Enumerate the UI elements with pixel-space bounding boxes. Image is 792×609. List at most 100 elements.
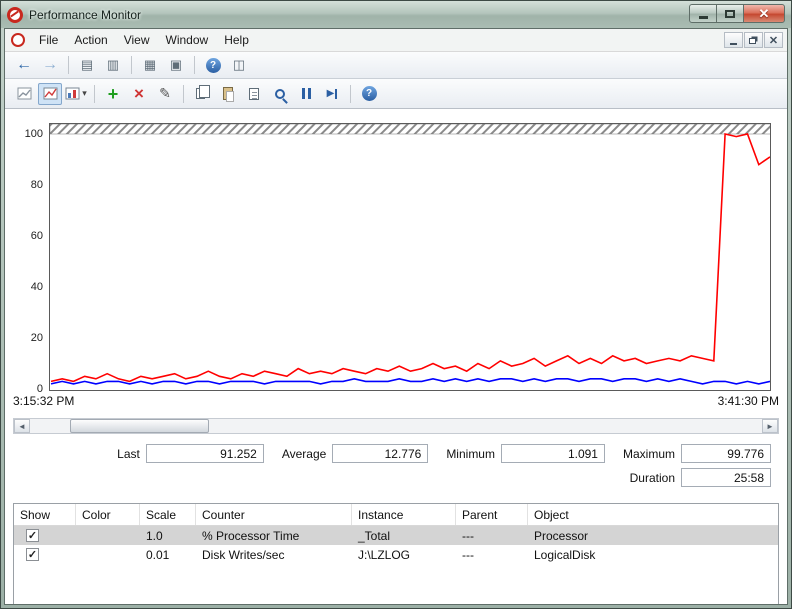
step-icon: ▶ [327, 88, 338, 99]
child-restore-icon [749, 38, 756, 44]
duration-value: 25:58 [681, 468, 771, 487]
cross-icon: × [134, 84, 144, 103]
column-parent[interactable]: Parent [456, 504, 528, 525]
scrollbar-track[interactable] [30, 419, 762, 433]
scrollbar-thumb[interactable] [70, 419, 210, 433]
parent-cell: --- [462, 547, 474, 562]
child-close-icon: ✕ [768, 34, 779, 47]
export-list-icon: ▥ [106, 57, 120, 72]
minimize-button[interactable] [689, 4, 717, 23]
menu-action[interactable]: Action [66, 30, 115, 50]
column-instance[interactable]: Instance [352, 504, 456, 525]
minimum-label: Minimum [446, 446, 495, 461]
back-button[interactable]: ← [12, 54, 36, 76]
column-counter[interactable]: Counter [196, 504, 352, 525]
scroll-right-button[interactable]: ► [762, 419, 778, 433]
maximize-button[interactable] [716, 4, 744, 23]
column-object[interactable]: Object [528, 504, 778, 525]
forward-button[interactable]: → [38, 54, 62, 76]
mmc-toolbar: ← → ▤ ▥ ▦ ▣ ? ◫ [5, 52, 787, 79]
menu-help[interactable]: Help [216, 30, 257, 50]
properties-icon [249, 87, 259, 100]
show-checkbox[interactable] [26, 548, 39, 561]
counter-cell: Disk Writes/sec [202, 547, 285, 562]
add-counter-button[interactable]: + [101, 83, 125, 105]
time-end-label: 3:41:30 PM [717, 394, 779, 408]
log-data-icon [17, 87, 31, 100]
pause-icon [301, 88, 311, 99]
scale-cell: 1.0 [146, 528, 163, 543]
magnifier-icon [275, 88, 285, 99]
console-document-icon [11, 33, 25, 47]
paste-counter-list-button[interactable] [216, 83, 240, 105]
counter-row[interactable]: 1.0 % Processor Time _Total --- Processo… [14, 526, 778, 545]
maximum-value: 99.776 [681, 444, 771, 463]
show-console-tree-button[interactable]: ▤ [75, 54, 99, 76]
plus-icon: + [107, 83, 119, 104]
export-list-button[interactable]: ▥ [101, 54, 125, 76]
toolbar-separator [194, 56, 195, 74]
title-bar[interactable]: Performance Monitor ✕ [1, 1, 791, 28]
perfmon-app-icon [7, 6, 23, 23]
average-label: Average [281, 446, 327, 461]
performance-monitor-window: Performance Monitor ✕ File Action View W… [0, 0, 792, 609]
time-start-label: 3:15:32 PM [13, 394, 75, 408]
close-button[interactable]: ✕ [743, 4, 785, 23]
child-restore-button[interactable] [744, 32, 763, 48]
show-checkbox[interactable] [26, 529, 39, 542]
stats-row-1: Last 91.252 Average 12.776 Minimum 1.091… [5, 444, 771, 463]
perfmon-help-button[interactable]: ? [357, 83, 381, 105]
y-axis: 0 20 40 60 80 100 [24, 128, 43, 395]
time-range-scrollbar[interactable]: ◄ ► [13, 418, 779, 434]
graph-pane: 0 20 40 60 80 100 3:15:32 PM 3:41:30 PM ◄ ► L… [5, 109, 787, 604]
child-close-button[interactable]: ✕ [764, 32, 783, 48]
freeze-display-button[interactable] [294, 83, 318, 105]
highlight-button[interactable]: ✎ [153, 83, 177, 105]
counter-cell: % Processor Time [202, 528, 300, 543]
counter-row[interactable]: 0.01 Disk Writes/sec J:\LZLOG --- Logica… [14, 545, 778, 564]
zoom-button[interactable] [268, 83, 292, 105]
column-show[interactable]: Show [14, 504, 76, 525]
chart-area: 0 20 40 60 80 100 [13, 123, 787, 395]
view-log-data-button[interactable] [12, 83, 36, 105]
object-cell: Processor [534, 528, 589, 543]
menu-bar: File Action View Window Help ✕ [5, 29, 787, 52]
print-button[interactable]: ▣ [164, 54, 188, 76]
help-icon: ? [205, 57, 221, 73]
last-label: Last [117, 446, 140, 461]
column-scale[interactable]: Scale [140, 504, 196, 525]
menu-file[interactable]: File [31, 30, 66, 50]
copy-properties-button[interactable] [190, 83, 214, 105]
view-current-activity-button[interactable] [38, 82, 62, 105]
maximum-label: Maximum [622, 446, 675, 461]
properties-button[interactable] [242, 83, 266, 105]
copy-icon [195, 85, 210, 99]
document-icon: ▦ [143, 57, 157, 72]
graph-type-icon [65, 87, 80, 100]
paste-icon [223, 87, 234, 102]
toolbar-separator [131, 56, 132, 74]
menu-view[interactable]: View [116, 30, 158, 50]
instance-cell: J:\LZLOG [358, 547, 411, 562]
window-title: Performance Monitor [29, 7, 142, 22]
update-data-button[interactable]: ▶ [320, 83, 344, 105]
print-icon: ▣ [169, 57, 183, 72]
help-button[interactable]: ? [201, 54, 225, 76]
counter-legend: Show Color Scale Counter Instance Parent… [13, 503, 779, 604]
document-button[interactable]: ▦ [138, 54, 162, 76]
back-arrow-icon: ← [16, 56, 32, 73]
child-minimize-button[interactable] [724, 32, 743, 48]
menu-window[interactable]: Window [158, 30, 217, 50]
change-graph-type-button[interactable]: ▾ [64, 83, 88, 105]
delete-counter-button[interactable]: × [127, 83, 151, 105]
toolbar-separator [94, 84, 95, 103]
scroll-left-button[interactable]: ◄ [14, 419, 30, 433]
last-value: 91.252 [145, 444, 264, 463]
x-axis-labels: 3:15:32 PM 3:41:30 PM [13, 394, 779, 408]
average-value: 12.776 [332, 444, 429, 463]
chart-svg [49, 123, 771, 391]
column-color[interactable]: Color [76, 504, 140, 525]
show-action-pane-button[interactable]: ◫ [227, 54, 251, 76]
toolbar-separator [183, 84, 184, 103]
perfmon-toolbar: ▾ + × ✎ ▶ ? [5, 79, 787, 109]
